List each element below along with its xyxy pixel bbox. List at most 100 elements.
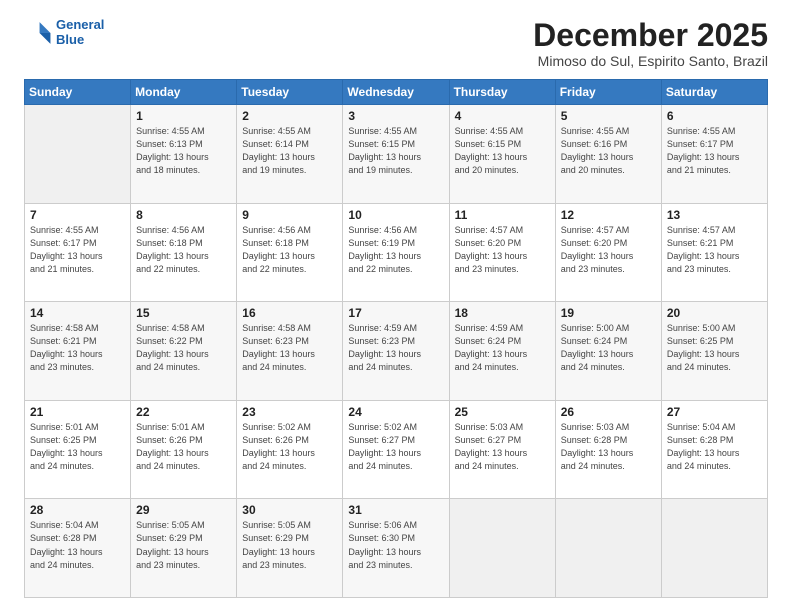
calendar-cell — [25, 105, 131, 204]
header: General Blue December 2025 Mimoso do Sul… — [24, 18, 768, 69]
calendar-header-row: SundayMondayTuesdayWednesdayThursdayFrid… — [25, 80, 768, 105]
calendar-cell: 3 Sunrise: 4:55 AM Sunset: 6:15 PM Daylig… — [343, 105, 449, 204]
day-info: Sunrise: 5:05 AM Sunset: 6:29 PM Dayligh… — [136, 519, 231, 571]
calendar-cell: 11Sunrise: 4:57 AM Sunset: 6:20 PM Dayli… — [449, 203, 555, 302]
calendar-header-sunday: Sunday — [25, 80, 131, 105]
logo-text: General Blue — [56, 18, 104, 48]
day-info: Sunrise: 5:00 AM Sunset: 6:24 PM Dayligh… — [561, 322, 656, 374]
day-number: 14 — [30, 306, 125, 320]
calendar-cell: 15 Sunrise: 4:58 AM Sunset: 6:22 PM Dayli… — [131, 302, 237, 401]
calendar-cell: 12Sunrise: 4:57 AM Sunset: 6:20 PM Dayli… — [555, 203, 661, 302]
day-number: 5 — [561, 109, 656, 123]
calendar-cell: 31Sunrise: 5:06 AM Sunset: 6:30 PM Dayli… — [343, 499, 449, 598]
calendar-cell: 29Sunrise: 5:05 AM Sunset: 6:29 PM Dayli… — [131, 499, 237, 598]
calendar-cell — [661, 499, 767, 598]
day-info: Sunrise: 4:58 AM Sunset: 6:21 PM Dayligh… — [30, 322, 125, 374]
day-info: Sunrise: 5:01 AM Sunset: 6:26 PM Dayligh… — [136, 421, 231, 473]
day-number: 16 — [242, 306, 337, 320]
logo-line1: General — [56, 18, 104, 33]
day-number: 1 — [136, 109, 231, 123]
day-info: Sunrise: 4:56 AM Sunset: 6:18 PM Dayligh… — [242, 224, 337, 276]
calendar-cell — [449, 499, 555, 598]
calendar-header-thursday: Thursday — [449, 80, 555, 105]
day-info: Sunrise: 5:00 AM Sunset: 6:25 PM Dayligh… — [667, 322, 762, 374]
day-number: 11 — [455, 208, 550, 222]
calendar-cell: 27 Sunrise: 5:04 AM Sunset: 6:28 PM Dayli… — [661, 400, 767, 499]
calendar-header-tuesday: Tuesday — [237, 80, 343, 105]
day-info: Sunrise: 4:56 AM Sunset: 6:19 PM Dayligh… — [348, 224, 443, 276]
day-number: 6 — [667, 109, 762, 123]
day-info: Sunrise: 5:04 AM Sunset: 6:28 PM Dayligh… — [30, 519, 125, 571]
day-number: 22 — [136, 405, 231, 419]
calendar-cell: 13 Sunrise: 4:57 AM Sunset: 6:21 PM Dayli… — [661, 203, 767, 302]
day-info: Sunrise: 4:55 AM Sunset: 6:15 PM Dayligh… — [348, 125, 443, 177]
calendar-cell: 25 Sunrise: 5:03 AM Sunset: 6:27 PM Dayli… — [449, 400, 555, 499]
day-number: 2 — [242, 109, 337, 123]
calendar-week-row: 14 Sunrise: 4:58 AM Sunset: 6:21 PM Dayli… — [25, 302, 768, 401]
calendar-cell: 24 Sunrise: 5:02 AM Sunset: 6:27 PM Dayli… — [343, 400, 449, 499]
day-info: Sunrise: 5:05 AM Sunset: 6:29 PM Dayligh… — [242, 519, 337, 571]
calendar-cell: 21Sunrise: 5:01 AM Sunset: 6:25 PM Dayli… — [25, 400, 131, 499]
calendar-cell: 1Sunrise: 4:55 AM Sunset: 6:13 PM Daylig… — [131, 105, 237, 204]
day-number: 25 — [455, 405, 550, 419]
calendar-cell: 9 Sunrise: 4:56 AM Sunset: 6:18 PM Daylig… — [237, 203, 343, 302]
calendar-cell: 14 Sunrise: 4:58 AM Sunset: 6:21 PM Dayli… — [25, 302, 131, 401]
day-info: Sunrise: 5:04 AM Sunset: 6:28 PM Dayligh… — [667, 421, 762, 473]
calendar-cell: 17 Sunrise: 4:59 AM Sunset: 6:23 PM Dayli… — [343, 302, 449, 401]
calendar-week-row: 7 Sunrise: 4:55 AM Sunset: 6:17 PM Daylig… — [25, 203, 768, 302]
day-number: 24 — [348, 405, 443, 419]
day-info: Sunrise: 4:59 AM Sunset: 6:23 PM Dayligh… — [348, 322, 443, 374]
calendar-cell: 16 Sunrise: 4:58 AM Sunset: 6:23 PM Dayli… — [237, 302, 343, 401]
logo-icon — [24, 19, 52, 47]
day-number: 7 — [30, 208, 125, 222]
calendar-header-monday: Monday — [131, 80, 237, 105]
day-info: Sunrise: 4:58 AM Sunset: 6:22 PM Dayligh… — [136, 322, 231, 374]
day-number: 12 — [561, 208, 656, 222]
calendar-week-row: 21Sunrise: 5:01 AM Sunset: 6:25 PM Dayli… — [25, 400, 768, 499]
day-number: 27 — [667, 405, 762, 419]
day-info: Sunrise: 4:59 AM Sunset: 6:24 PM Dayligh… — [455, 322, 550, 374]
day-number: 17 — [348, 306, 443, 320]
day-number: 13 — [667, 208, 762, 222]
day-number: 30 — [242, 503, 337, 517]
day-number: 23 — [242, 405, 337, 419]
calendar-cell: 5 Sunrise: 4:55 AM Sunset: 6:16 PM Daylig… — [555, 105, 661, 204]
day-number: 18 — [455, 306, 550, 320]
calendar-table: SundayMondayTuesdayWednesdayThursdayFrid… — [24, 79, 768, 598]
calendar-week-row: 1Sunrise: 4:55 AM Sunset: 6:13 PM Daylig… — [25, 105, 768, 204]
day-number: 8 — [136, 208, 231, 222]
logo-line2: Blue — [56, 33, 104, 48]
day-number: 4 — [455, 109, 550, 123]
day-info: Sunrise: 4:58 AM Sunset: 6:23 PM Dayligh… — [242, 322, 337, 374]
calendar-header-friday: Friday — [555, 80, 661, 105]
calendar-header-wednesday: Wednesday — [343, 80, 449, 105]
calendar-cell: 18 Sunrise: 4:59 AM Sunset: 6:24 PM Dayli… — [449, 302, 555, 401]
day-number: 31 — [348, 503, 443, 517]
day-info: Sunrise: 4:55 AM Sunset: 6:17 PM Dayligh… — [667, 125, 762, 177]
calendar-cell: 26 Sunrise: 5:03 AM Sunset: 6:28 PM Dayli… — [555, 400, 661, 499]
calendar-week-row: 28Sunrise: 5:04 AM Sunset: 6:28 PM Dayli… — [25, 499, 768, 598]
calendar-header-saturday: Saturday — [661, 80, 767, 105]
day-info: Sunrise: 4:55 AM Sunset: 6:17 PM Dayligh… — [30, 224, 125, 276]
day-number: 9 — [242, 208, 337, 222]
calendar-cell: 8 Sunrise: 4:56 AM Sunset: 6:18 PM Daylig… — [131, 203, 237, 302]
day-number: 21 — [30, 405, 125, 419]
subtitle: Mimoso do Sul, Espirito Santo, Brazil — [533, 53, 768, 69]
day-info: Sunrise: 5:03 AM Sunset: 6:28 PM Dayligh… — [561, 421, 656, 473]
calendar-cell: 20 Sunrise: 5:00 AM Sunset: 6:25 PM Dayli… — [661, 302, 767, 401]
calendar-cell: 30 Sunrise: 5:05 AM Sunset: 6:29 PM Dayli… — [237, 499, 343, 598]
day-number: 3 — [348, 109, 443, 123]
day-info: Sunrise: 4:55 AM Sunset: 6:16 PM Dayligh… — [561, 125, 656, 177]
day-number: 15 — [136, 306, 231, 320]
day-info: Sunrise: 5:03 AM Sunset: 6:27 PM Dayligh… — [455, 421, 550, 473]
day-info: Sunrise: 4:55 AM Sunset: 6:14 PM Dayligh… — [242, 125, 337, 177]
day-number: 26 — [561, 405, 656, 419]
day-info: Sunrise: 5:02 AM Sunset: 6:27 PM Dayligh… — [348, 421, 443, 473]
logo: General Blue — [24, 18, 104, 48]
day-info: Sunrise: 4:57 AM Sunset: 6:21 PM Dayligh… — [667, 224, 762, 276]
calendar-cell: 23Sunrise: 5:02 AM Sunset: 6:26 PM Dayli… — [237, 400, 343, 499]
calendar-cell: 19Sunrise: 5:00 AM Sunset: 6:24 PM Dayli… — [555, 302, 661, 401]
day-info: Sunrise: 4:56 AM Sunset: 6:18 PM Dayligh… — [136, 224, 231, 276]
day-info: Sunrise: 4:55 AM Sunset: 6:15 PM Dayligh… — [455, 125, 550, 177]
day-number: 20 — [667, 306, 762, 320]
